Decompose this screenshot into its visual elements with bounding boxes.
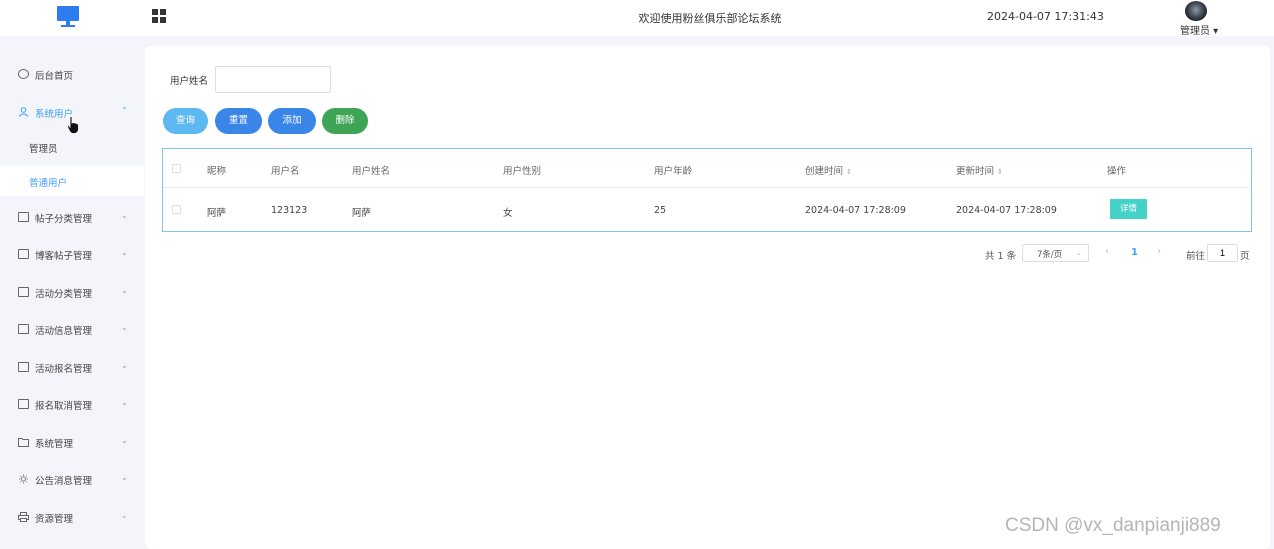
column-header-realname: 用户姓名 [352,166,391,177]
sidebar-subitem-admin[interactable]: 管理员 [0,132,144,162]
sidebar-subitem-normal-users[interactable]: 普通用户 [0,166,144,196]
sidebar-item-label: 报名取消管理 [35,401,93,412]
search-label: 用户姓名 [170,76,209,87]
column-header-updated[interactable]: 更新时间 ⇕ [956,163,1003,177]
goto-label: 前往 [1186,251,1206,262]
table-row: 阿萨 123123 阿萨 女 25 2024-04-07 17:28:09 20… [163,188,1251,231]
printer-icon [18,512,29,522]
column-header-nickname: 昵称 [207,166,227,177]
select-all-checkbox[interactable] [172,164,181,173]
column-header-actions: 操作 [1107,166,1127,177]
chevron-down-icon: ⌄ [121,248,128,257]
chevron-down-icon: ⌄ [121,286,128,295]
search-input[interactable] [215,66,331,93]
card-icon [18,399,29,409]
table-header-row: 昵称 用户名 用户姓名 用户性别 用户年龄 创建时间 ⇕ 更新时间 ⇕ 操作 [163,149,1251,188]
column-header-created[interactable]: 创建时间 ⇕ [805,163,852,177]
page-size-value: 7条/页 [1037,250,1063,260]
chevron-down-icon: ⌄ [121,511,128,520]
goto-page-input[interactable] [1207,244,1238,262]
column-header-created-label: 创建时间 [805,166,844,177]
sidebar-item-signup-cancel[interactable]: 报名取消管理 ⌄ [0,389,144,419]
delete-button[interactable]: 删除 [322,108,368,134]
sidebar-item-label: 后台首页 [35,71,74,82]
sidebar-item-announcements[interactable]: 公告消息管理 ⌄ [0,464,144,494]
monitor-logo-icon[interactable] [57,6,79,28]
sidebar-item-label: 活动分类管理 [35,289,93,300]
chevron-down-icon: ⌄ [121,323,128,332]
sidebar-item-label: 资源管理 [35,514,74,525]
sidebar-item-label: 活动报名管理 [35,364,93,375]
sidebar-item-system-management[interactable]: 系统管理 ⌄ [0,427,144,457]
page-size-select[interactable]: 7条/页 ⌄ [1022,244,1089,262]
sidebar-item-label: 活动信息管理 [35,326,93,337]
sort-icon[interactable]: ⇕ [846,168,852,176]
column-header-username: 用户名 [271,166,300,177]
sidebar-item-label: 帖子分类管理 [35,214,93,225]
card-icon [18,212,29,222]
cell-realname: 阿萨 [352,208,372,219]
gear-icon [19,474,28,484]
next-page-button[interactable]: › [1157,246,1161,257]
chevron-down-icon: ⌄ [121,211,128,220]
users-table: 昵称 用户名 用户姓名 用户性别 用户年龄 创建时间 ⇕ 更新时间 ⇕ 操作 阿萨 … [162,148,1252,232]
sidebar-item-resources[interactable]: 资源管理 ⌄ [0,502,144,532]
column-header-gender: 用户性别 [503,166,542,177]
page-number-current[interactable]: 1 [1131,247,1138,258]
card-icon [18,324,29,334]
chevron-down-icon: ⌄ [121,398,128,407]
header-datetime: 2024-04-07 17:31:43 [987,10,1104,23]
chevron-down-icon: ⌄ [1076,249,1082,257]
cell-created: 2024-04-07 17:28:09 [805,205,906,216]
column-header-updated-label: 更新时间 [956,166,995,177]
chevron-down-icon: ⌄ [121,436,128,445]
goto-unit-label: 页 [1240,251,1250,262]
sidebar-item-activity-signup[interactable]: 活动报名管理 ⌄ [0,352,144,382]
reset-button[interactable]: 重置 [215,108,262,134]
sort-icon[interactable]: ⇕ [997,168,1003,176]
cell-gender: 女 [503,208,513,219]
sidebar-item-activity-info[interactable]: 活动信息管理 ⌄ [0,314,144,344]
card-icon [18,249,29,259]
cell-updated: 2024-04-07 17:28:09 [956,205,1057,216]
clock-icon [18,69,29,79]
sidebar-item-post-category[interactable]: 帖子分类管理 ⌄ [0,202,144,232]
card-icon [18,287,29,297]
sidebar-subitem-label: 普通用户 [29,178,68,189]
row-checkbox[interactable] [172,205,181,214]
sidebar-item-label: 博客帖子管理 [35,251,93,262]
cell-age: 25 [654,205,667,216]
grid-menu-icon[interactable] [152,9,166,23]
user-menu-dropdown[interactable]: 管理员 ▾ [1180,22,1218,37]
sidebar-item-activity-category[interactable]: 活动分类管理 ⌄ [0,277,144,307]
prev-page-button[interactable]: ‹ [1105,246,1109,257]
column-header-age: 用户年龄 [654,166,693,177]
sidebar-item-label: 系统管理 [35,439,74,450]
watermark: CSDN @vx_danpianji889 [1005,515,1221,536]
query-button[interactable]: 查询 [163,108,208,134]
sidebar-item-label: 公告消息管理 [35,476,93,487]
folder-icon [18,438,29,447]
cell-username: 123123 [271,205,308,216]
header-title: 欢迎使用粉丝俱乐部论坛系统 [638,12,782,25]
chevron-down-icon: ⌄ [121,473,128,482]
user-icon [18,107,29,117]
top-header: 欢迎使用粉丝俱乐部论坛系统 2024-04-07 17:31:43 管理员 ▾ [0,0,1274,37]
card-icon [18,362,29,372]
chevron-up-icon: ⌃ [121,106,128,115]
detail-button[interactable]: 详情 [1110,199,1147,219]
sidebar-item-blog-posts[interactable]: 博客帖子管理 ⌄ [0,239,144,269]
sidebar-subitem-label: 管理员 [29,144,58,155]
avatar[interactable] [1185,1,1207,21]
cell-nickname: 阿萨 [207,208,227,219]
sidebar-item-dashboard[interactable]: 后台首页 [0,59,144,89]
pagination-total: 共 1 条 [985,251,1017,262]
chevron-down-icon: ⌄ [121,361,128,370]
hand-cursor-icon [67,116,79,134]
add-button[interactable]: 添加 [268,108,316,134]
